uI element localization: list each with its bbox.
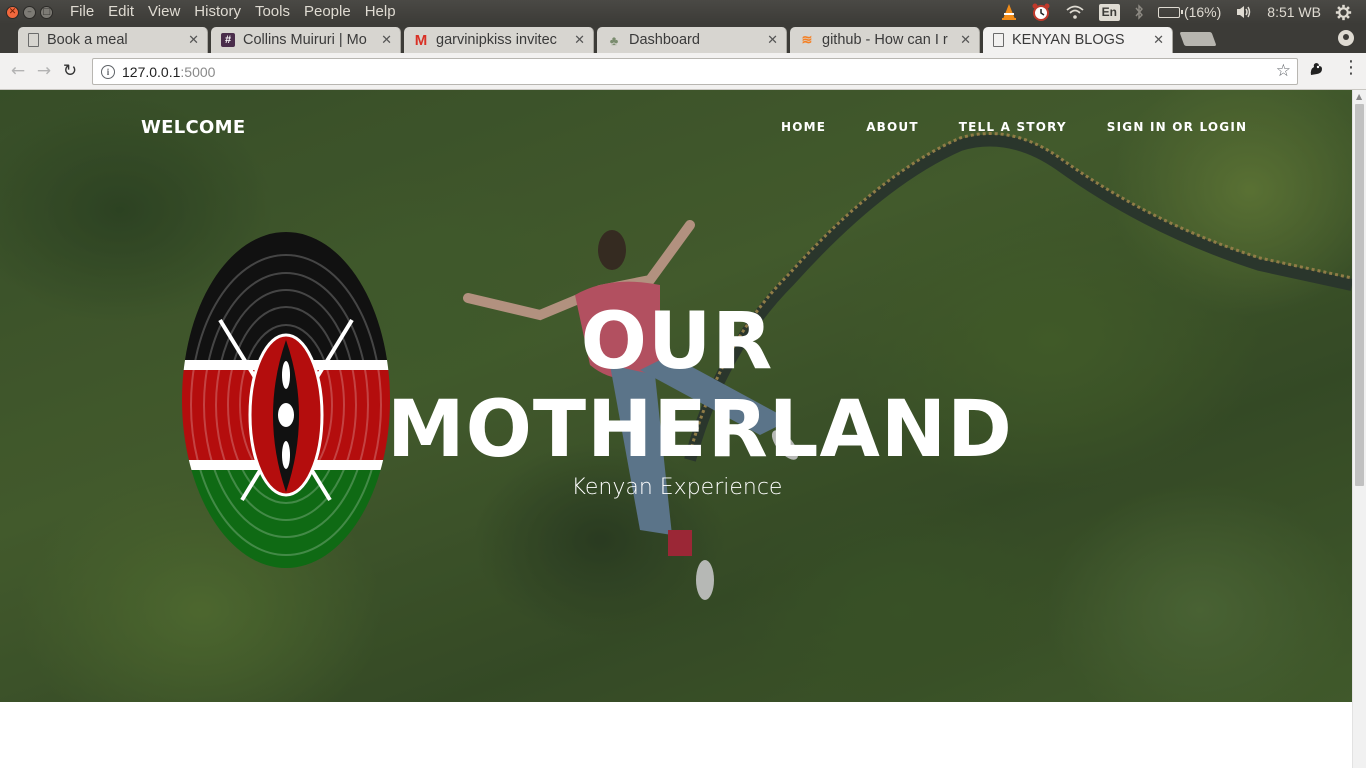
slack-icon: # — [221, 33, 235, 47]
window-maximize-icon[interactable]: □ — [40, 5, 53, 19]
tab-title: Dashboard — [629, 32, 700, 48]
hero-subtitle: Kenyan Experience — [571, 475, 783, 500]
tab-title: Collins Muiruri | Mo — [243, 32, 367, 48]
site-navigation: HOME ABOUT TELL A STORY SIGN IN OR LOGIN — [781, 120, 1287, 134]
tab-close-icon[interactable]: ✕ — [381, 32, 392, 48]
nav-link-home[interactable]: HOME — [781, 120, 826, 134]
site-info-icon[interactable]: i — [101, 64, 115, 79]
volume-icon[interactable] — [1235, 4, 1253, 20]
menu-file[interactable]: File — [63, 0, 101, 24]
nav-link-sign-in[interactable]: SIGN IN OR LOGIN — [1107, 120, 1247, 134]
vlc-icon[interactable] — [1001, 3, 1017, 21]
back-arrow-icon[interactable]: ← — [5, 58, 31, 84]
page-viewport: WELCOME HOME ABOUT TELL A STORY SIGN IN … — [0, 90, 1352, 768]
page-icon — [28, 33, 39, 47]
system-top-panel: ✕ – □ File Edit View History Tools Peopl… — [0, 0, 1366, 24]
clock[interactable]: 8:51 WB — [1267, 4, 1321, 20]
browser-tab-strip: Book a meal ✕ # Collins Muiruri | Mo ✕ M… — [0, 24, 1366, 53]
page-icon — [993, 33, 1004, 47]
nav-link-tell-a-story[interactable]: TELL A STORY — [959, 120, 1067, 134]
keyboard-layout-indicator[interactable]: En — [1098, 3, 1120, 21]
tab-close-icon[interactable]: ✕ — [960, 32, 971, 48]
tab-close-icon[interactable]: ✕ — [1153, 32, 1164, 48]
extension-icon[interactable] — [1308, 61, 1324, 81]
address-bar[interactable]: i 127.0.0.1:5000 ☆ — [92, 58, 1298, 85]
tab-dashboard[interactable]: ♣ Dashboard ✕ — [597, 27, 787, 53]
menu-tools[interactable]: Tools — [248, 0, 297, 24]
reload-icon[interactable]: ↻ — [57, 58, 83, 84]
tab-title: Book a meal — [47, 32, 128, 48]
gmail-icon: M — [414, 31, 428, 49]
tab-close-icon[interactable]: ✕ — [767, 32, 778, 48]
tab-gmail[interactable]: M garvinipkiss invitec ✕ — [404, 27, 594, 53]
window-controls: ✕ – □ — [6, 5, 53, 19]
tree-icon: ♣ — [609, 32, 619, 48]
menu-edit[interactable]: Edit — [101, 0, 141, 24]
menu-view[interactable]: View — [141, 0, 187, 24]
wifi-icon[interactable] — [1065, 4, 1085, 20]
tab-book-a-meal[interactable]: Book a meal ✕ — [18, 27, 208, 53]
scrollbar-thumb[interactable] — [1355, 104, 1364, 486]
nav-link-about[interactable]: ABOUT — [866, 120, 919, 134]
window-close-icon[interactable]: ✕ — [6, 5, 19, 19]
url-host: 127.0.0.1 — [122, 63, 181, 80]
tab-kenyan-blogs[interactable]: KENYAN BLOGS ✕ — [983, 27, 1173, 53]
alarm-clock-icon[interactable] — [1031, 2, 1051, 22]
battery-icon — [1157, 6, 1183, 18]
menu-help[interactable]: Help — [358, 0, 403, 24]
page-scrollbar[interactable]: ▲ — [1352, 90, 1366, 768]
battery-indicator[interactable]: (16%) — [1157, 4, 1222, 20]
tab-title: KENYAN BLOGS — [1012, 32, 1125, 48]
profile-icon[interactable] — [1338, 30, 1354, 46]
tab-title: github - How can I r — [822, 32, 948, 48]
tab-title: garvinipkiss invitec — [436, 32, 557, 48]
window-minimize-icon[interactable]: – — [23, 5, 36, 19]
app-menu-bar: File Edit View History Tools People Help — [63, 0, 403, 24]
bookmark-star-icon[interactable]: ☆ — [1276, 61, 1291, 81]
tab-close-icon[interactable]: ✕ — [188, 32, 199, 48]
forward-arrow-icon[interactable]: → — [31, 58, 57, 84]
browser-menu-icon[interactable]: ⋮ — [1342, 59, 1360, 77]
hero-section: WELCOME HOME ABOUT TELL A STORY SIGN IN … — [0, 90, 1352, 702]
site-brand[interactable]: WELCOME — [141, 117, 245, 138]
bluetooth-icon[interactable] — [1134, 4, 1144, 20]
scroll-up-arrow-icon[interactable]: ▲ — [1356, 92, 1362, 101]
url-port: :5000 — [180, 63, 216, 80]
menu-people[interactable]: People — [297, 0, 358, 24]
tab-slack[interactable]: # Collins Muiruri | Mo ✕ — [211, 27, 401, 53]
settings-gear-icon[interactable] — [1335, 4, 1352, 21]
tab-close-icon[interactable]: ✕ — [574, 32, 585, 48]
hero-title-line-2: MOTHERLAND — [387, 385, 1013, 475]
system-tray: En (16%) 8:51 WB — [1001, 0, 1366, 24]
tab-stackoverflow[interactable]: ≋ github - How can I r ✕ — [790, 27, 980, 53]
hero-title-line-1: OUR — [580, 297, 774, 387]
new-tab-button[interactable] — [1179, 32, 1217, 46]
browser-toolbar: ← → ↻ i 127.0.0.1:5000 ☆ ⋮ — [0, 53, 1366, 90]
hero-title: OUR MOTHERLAND — [387, 297, 1013, 475]
kenya-fingerprint-logo — [182, 232, 390, 568]
battery-percentage: (16%) — [1183, 4, 1222, 20]
menu-history[interactable]: History — [187, 0, 248, 24]
stackoverflow-icon: ≋ — [801, 32, 813, 47]
